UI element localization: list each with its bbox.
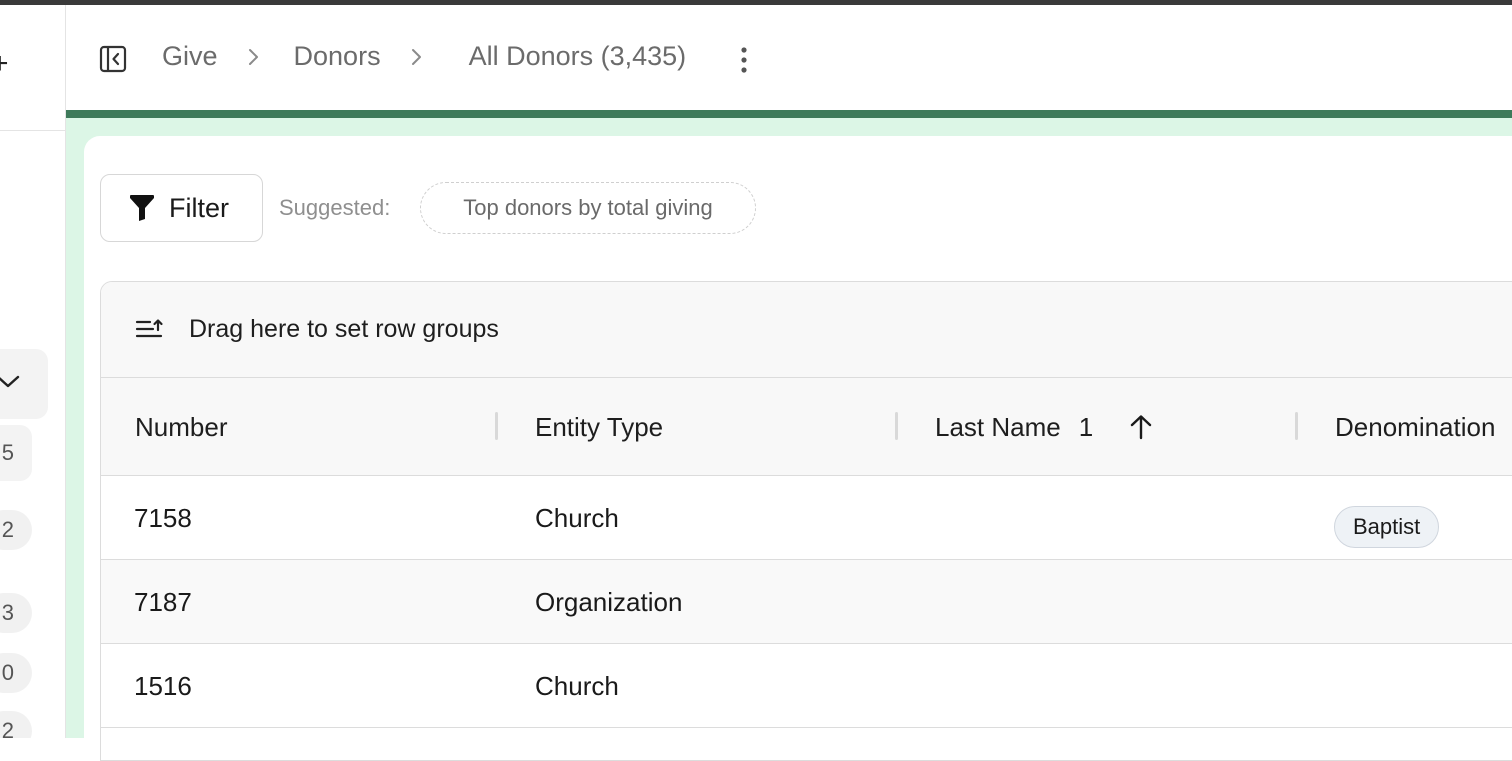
- filter-button[interactable]: Filter: [100, 174, 263, 242]
- sidebar-item-count[interactable]: 2: [0, 711, 32, 738]
- column-resize-handle[interactable]: [1295, 412, 1298, 440]
- column-header-label: Last Name: [935, 411, 1061, 442]
- breadcrumb-donors[interactable]: Donors: [294, 41, 381, 72]
- sidebar-item-count[interactable]: 0: [0, 653, 32, 693]
- sidebar-item-count[interactable]: 5: [0, 425, 32, 481]
- column-header-label: Entity Type: [535, 411, 664, 442]
- page-header: Give Donors All Donors (3,435): [66, 5, 1512, 110]
- cell-number: 1516: [134, 670, 192, 701]
- column-header-last-name[interactable]: Last Name 1: [935, 378, 1153, 476]
- funnel-icon: [130, 195, 154, 221]
- column-resize-handle[interactable]: [895, 412, 898, 440]
- sidebar-divider: [0, 130, 65, 131]
- sidebar: + 5 2 3 0 2: [0, 5, 66, 738]
- breadcrumb-all-donors: All Donors (3,435): [468, 41, 687, 71]
- table-row[interactable]: 7158 Church Baptist: [101, 476, 1512, 560]
- sidebar-collapse-icon[interactable]: [99, 45, 127, 73]
- sort-order-index: 1: [1078, 411, 1094, 442]
- row-group-icon: [135, 318, 163, 337]
- filter-button-label: Filter: [169, 192, 229, 223]
- table-row[interactable]: 1516 Church: [101, 644, 1512, 728]
- denomination-badge: Baptist: [1334, 506, 1440, 548]
- table-header: Number Entity Type Last Name 1 Denominat…: [101, 378, 1512, 476]
- row-group-hint: Drag here to set row groups: [189, 315, 499, 343]
- plus-icon[interactable]: +: [0, 49, 9, 79]
- arrow-up-icon[interactable]: [1129, 414, 1153, 440]
- cell-entity-type: Church: [535, 502, 619, 533]
- cell-denomination: Baptist: [1334, 476, 1440, 560]
- cell-number: 7187: [134, 586, 192, 617]
- column-header-number[interactable]: Number: [135, 378, 227, 476]
- column-header-entity-type[interactable]: Entity Type: [535, 378, 663, 476]
- table-row[interactable]: 7187 Organization: [101, 560, 1512, 644]
- column-header-label: Denomination: [1335, 411, 1496, 442]
- breadcrumb: Give Donors All Donors (3,435): [162, 41, 686, 72]
- column-header-label: Number: [135, 411, 228, 442]
- column-header-denomination[interactable]: Denomination: [1335, 378, 1495, 476]
- header-accent-bar: [66, 110, 1512, 118]
- chevron-right-icon: [411, 47, 423, 67]
- cell-entity-type: Church: [535, 670, 619, 701]
- donors-table: Drag here to set row groups Number Entit…: [100, 281, 1512, 761]
- column-resize-handle[interactable]: [495, 412, 498, 440]
- cell-number: 7158: [134, 502, 192, 533]
- breadcrumb-give[interactable]: Give: [162, 41, 218, 72]
- sidebar-item-count[interactable]: 2: [0, 510, 32, 550]
- sidebar-item-count[interactable]: 3: [0, 593, 32, 633]
- row-group-dropzone[interactable]: Drag here to set row groups: [101, 282, 1512, 378]
- main-panel: Filter Suggested: Top donors by total gi…: [84, 136, 1512, 761]
- more-options-icon[interactable]: [738, 45, 750, 75]
- chevron-right-icon: [248, 47, 260, 67]
- cell-entity-type: Organization: [535, 586, 683, 617]
- chevron-down-icon: [0, 375, 20, 388]
- suggested-filter-chip[interactable]: Top donors by total giving: [420, 182, 756, 234]
- suggested-label: Suggested:: [279, 195, 391, 220]
- sidebar-section-toggle[interactable]: [0, 349, 48, 419]
